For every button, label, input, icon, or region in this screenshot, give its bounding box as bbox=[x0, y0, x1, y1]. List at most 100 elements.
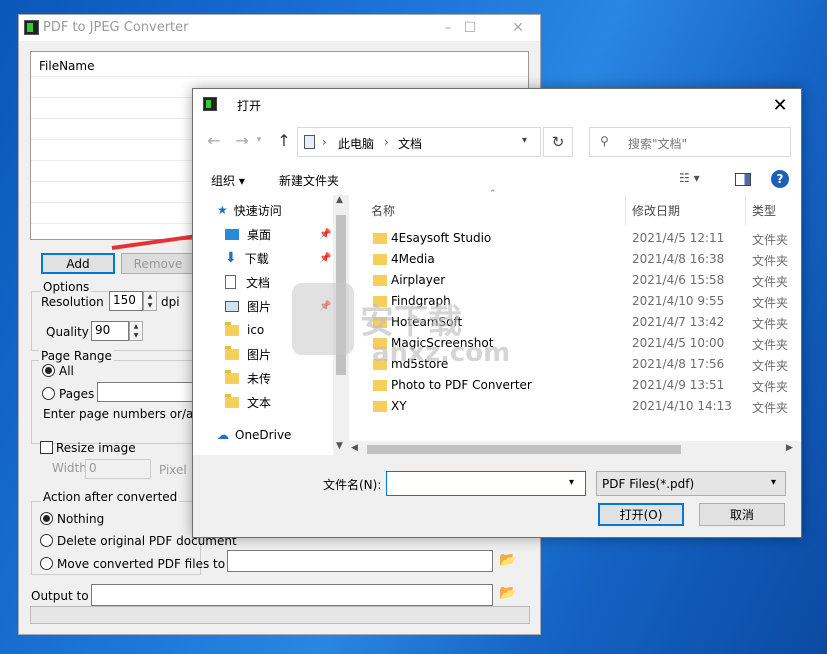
search-icon: ⚲ bbox=[600, 134, 609, 148]
cancel-button[interactable]: 取消 bbox=[699, 503, 785, 526]
scroll-down-icon[interactable]: ▼ bbox=[336, 441, 343, 451]
nav-item-folder[interactable]: 图片 bbox=[225, 342, 271, 366]
address-dropdown-icon[interactable]: ▾ bbox=[522, 135, 527, 146]
dialog-titlebar[interactable]: 打开 ✕ bbox=[193, 89, 801, 121]
recent-dropdown-icon[interactable]: ▾ bbox=[253, 129, 265, 151]
organize-button[interactable]: 组织 ▾ bbox=[211, 172, 245, 189]
file-row[interactable]: XY 2021/4/10 14:13 文件夹 bbox=[349, 396, 801, 417]
folder-icon bbox=[225, 345, 239, 360]
resize-checkbox[interactable] bbox=[40, 441, 53, 454]
nav-item-label: 图片 bbox=[247, 299, 272, 314]
open-button[interactable]: 打开(O) bbox=[598, 503, 684, 526]
file-row[interactable]: Photo to PDF Converter 2021/4/9 13:51 文件夹 bbox=[349, 375, 801, 396]
path-separator: › bbox=[322, 135, 327, 149]
forward-icon[interactable]: → bbox=[231, 129, 253, 151]
nav-item-desktop[interactable]: 桌面 bbox=[225, 222, 271, 246]
folder-icon bbox=[225, 321, 239, 336]
scroll-left-icon[interactable]: ◀ bbox=[351, 443, 358, 453]
nav-item-label: 下载 bbox=[244, 251, 269, 266]
column-header-date[interactable]: 修改日期 bbox=[632, 195, 680, 225]
app-icon bbox=[24, 20, 39, 35]
move-label: Move converted PDF files to bbox=[57, 557, 226, 571]
nav-item-label: 快速访问 bbox=[233, 203, 282, 218]
scroll-right-icon[interactable]: ▶ bbox=[786, 443, 793, 453]
filename-column-header[interactable]: FileName bbox=[39, 59, 94, 73]
nav-item-documents[interactable]: 文档 bbox=[225, 270, 270, 294]
file-row[interactable]: Airplayer 2021/4/6 15:58 文件夹 bbox=[349, 270, 801, 291]
quality-stepper[interactable]: ▲ ▼ bbox=[129, 321, 143, 341]
nav-item-label: 文档 bbox=[246, 275, 271, 290]
nav-item-label: 文本 bbox=[247, 395, 272, 410]
close-button[interactable]: ✕ bbox=[495, 15, 541, 41]
column-separator bbox=[625, 195, 626, 225]
nothing-radio[interactable] bbox=[40, 512, 53, 525]
pages-input[interactable] bbox=[97, 382, 195, 402]
column-separator bbox=[745, 195, 746, 225]
scroll-thumb[interactable] bbox=[367, 445, 681, 454]
filename-input[interactable]: ▾ bbox=[386, 471, 586, 496]
dialog-close-button[interactable]: ✕ bbox=[767, 93, 793, 117]
delete-radio[interactable] bbox=[40, 534, 53, 547]
scroll-up-icon[interactable]: ▲ bbox=[336, 195, 343, 205]
width-input[interactable]: 0 bbox=[85, 459, 151, 479]
file-row[interactable]: 4Esaysoft Studio 2021/4/5 12:11 文件夹 bbox=[349, 228, 801, 249]
move-radio[interactable] bbox=[40, 557, 53, 570]
nav-item-folder[interactable]: 文本 bbox=[225, 390, 271, 414]
nav-item-folder[interactable]: ico bbox=[225, 318, 264, 342]
move-folder-input[interactable] bbox=[227, 550, 493, 572]
quality-input[interactable]: 90 bbox=[91, 321, 129, 341]
column-header-name[interactable]: 名称 bbox=[371, 195, 395, 225]
address-bar[interactable]: › 此电脑 › 文档 ▾ bbox=[297, 127, 541, 157]
main-titlebar[interactable]: PDF to JPEG Converter – ☐ ✕ bbox=[19, 15, 540, 41]
file-type: 文件夹 bbox=[752, 380, 789, 394]
search-box[interactable]: ⚲ 搜索"文档" bbox=[589, 127, 791, 157]
view-options-icon[interactable]: ☷ ▾ bbox=[679, 171, 700, 185]
nav-item-pictures[interactable]: 图片 bbox=[225, 294, 271, 318]
column-header-type[interactable]: 类型 bbox=[752, 195, 776, 225]
file-type: 文件夹 bbox=[752, 296, 789, 310]
file-name: 4Media bbox=[391, 252, 435, 266]
pages-radio[interactable] bbox=[42, 387, 55, 400]
output-input[interactable] bbox=[91, 584, 493, 606]
horizontal-scrollbar[interactable]: ◀ ▶ bbox=[349, 441, 801, 458]
document-icon bbox=[225, 275, 236, 289]
resolution-input[interactable]: 150 bbox=[109, 291, 143, 311]
path-segment[interactable]: 文档 bbox=[398, 135, 422, 152]
output-label: Output to bbox=[31, 589, 89, 603]
remove-button[interactable]: Remove bbox=[121, 253, 195, 274]
file-type: 文件夹 bbox=[752, 317, 789, 331]
nav-item-label: 图片 bbox=[247, 347, 272, 362]
download-icon: ⬇ bbox=[225, 250, 237, 266]
back-icon[interactable]: ← bbox=[203, 129, 225, 151]
watermark-text: 安下载 bbox=[360, 302, 462, 342]
add-button[interactable]: Add bbox=[41, 253, 115, 274]
refresh-icon[interactable]: ↻ bbox=[543, 127, 573, 157]
list-divider bbox=[31, 76, 528, 77]
nav-quick-access[interactable]: ★ 快速访问 bbox=[217, 198, 282, 222]
file-date: 2021/4/5 12:11 bbox=[632, 231, 725, 245]
nav-item-downloads[interactable]: ⬇ 下载 bbox=[225, 246, 269, 270]
preview-pane-icon[interactable] bbox=[735, 173, 751, 186]
nav-onedrive[interactable]: ☁ OneDrive bbox=[217, 423, 291, 447]
nav-item-folder[interactable]: 未传 bbox=[225, 366, 271, 390]
folder-open-icon[interactable]: 📂 bbox=[499, 585, 519, 601]
file-type: 文件夹 bbox=[752, 233, 789, 247]
folder-open-icon[interactable]: 📂 bbox=[499, 552, 519, 568]
search-placeholder: 搜索"文档" bbox=[628, 137, 688, 151]
path-segment[interactable]: 此电脑 bbox=[338, 135, 374, 152]
new-folder-button[interactable]: 新建文件夹 bbox=[279, 172, 339, 189]
up-icon[interactable]: ↑ bbox=[273, 129, 295, 151]
file-row[interactable]: 4Media 2021/4/8 16:38 文件夹 bbox=[349, 249, 801, 270]
folder-icon bbox=[373, 275, 387, 286]
nav-item-label: 未传 bbox=[247, 371, 272, 386]
maximize-button[interactable]: ☐ bbox=[447, 15, 493, 41]
resolution-stepper[interactable]: ▲ ▼ bbox=[143, 291, 157, 311]
file-date: 2021/4/9 13:51 bbox=[632, 378, 725, 392]
folder-icon bbox=[225, 393, 239, 408]
filetype-select[interactable]: PDF Files(*.pdf) ▾ bbox=[596, 471, 786, 496]
all-radio[interactable] bbox=[42, 364, 55, 377]
filetype-dropdown-icon[interactable]: ▾ bbox=[771, 477, 776, 488]
filename-dropdown-icon[interactable]: ▾ bbox=[569, 477, 574, 488]
help-icon[interactable]: ? bbox=[771, 170, 789, 188]
options-label: Options bbox=[41, 280, 92, 294]
